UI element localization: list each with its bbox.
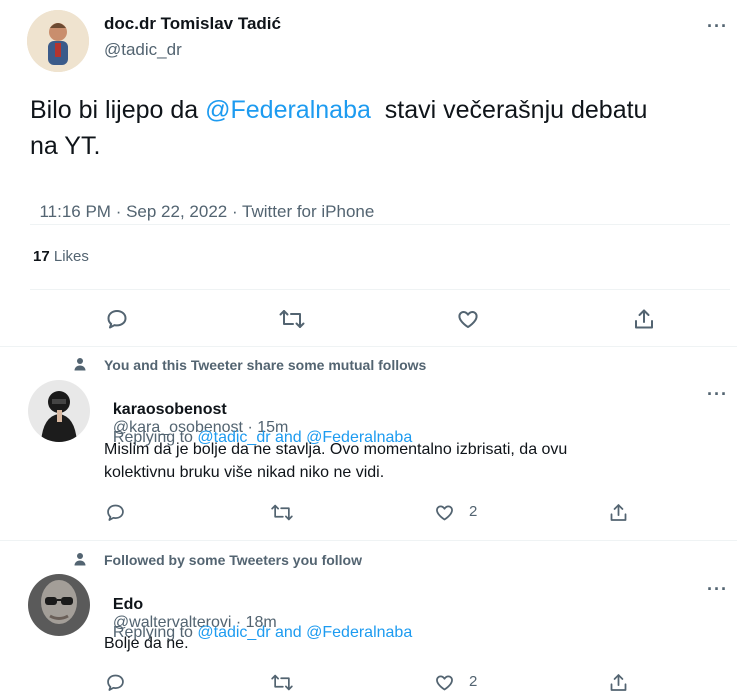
reply-text: Mislim da je bolje da ne stavlja. Ovo mo… <box>104 438 724 484</box>
likes-count: 17 <box>33 248 50 265</box>
reply-avatar[interactable] <box>28 380 90 442</box>
more-icon[interactable]: ··· <box>707 384 728 405</box>
section-divider <box>0 540 737 541</box>
tweet-text-end: stavi večerašnju debatu <box>370 96 648 124</box>
tweet-text: Bilo bi lijepo da @Federalnaba stavi več… <box>30 92 730 164</box>
like-icon[interactable] <box>432 670 456 694</box>
mention-link[interactable]: @Federalnaba <box>205 96 371 124</box>
tweet-meta: 11:16 PM · Sep 22, 2022 · Twitter for iP… <box>30 182 374 222</box>
author-name[interactable]: doc.dr Tomislav Tadić <box>104 14 281 34</box>
reply-text: Bolje da ne. <box>104 632 724 655</box>
social-context: You and this Tweeter share some mutual f… <box>104 357 427 373</box>
more-icon[interactable]: ··· <box>707 16 728 37</box>
divider <box>30 289 730 290</box>
tweet-source[interactable]: Twitter for iPhone <box>242 202 374 221</box>
person-icon <box>72 356 88 372</box>
meta-separator: · <box>227 202 243 221</box>
reply-icon[interactable] <box>103 670 127 694</box>
meta-separator: · <box>110 202 127 221</box>
tweet-date[interactable]: Sep 22, 2022 <box>126 202 227 221</box>
tweet-text-line2: na YT. <box>30 132 101 160</box>
retweet-icon[interactable] <box>269 670 295 694</box>
tweet-time[interactable]: 11:16 PM <box>39 202 111 221</box>
like-icon[interactable] <box>432 500 456 524</box>
reply-avatar[interactable] <box>28 574 90 636</box>
social-context: Followed by some Tweeters you follow <box>104 552 363 568</box>
share-icon[interactable] <box>606 500 630 524</box>
reply-text-line1: Bolje da ne. <box>104 635 189 652</box>
retweet-icon[interactable] <box>269 500 295 524</box>
share-icon[interactable] <box>606 670 630 694</box>
reply-text-line1: Mislim da je bolje da ne stavlja. Ovo mo… <box>104 441 568 458</box>
likes-stat[interactable]: 17 Likes <box>33 248 89 265</box>
reply-icon[interactable] <box>103 500 127 524</box>
retweet-icon[interactable] <box>277 305 307 333</box>
like-icon[interactable] <box>454 305 482 333</box>
likes-label: Likes <box>53 248 89 265</box>
like-count: 2 <box>469 673 478 690</box>
reply-icon[interactable] <box>103 305 131 333</box>
like-count: 2 <box>469 503 478 520</box>
person-icon <box>72 551 88 567</box>
divider <box>30 224 730 225</box>
section-divider <box>0 346 737 347</box>
author-handle[interactable]: @tadic_dr <box>104 40 182 60</box>
author-avatar[interactable] <box>27 10 89 72</box>
more-icon[interactable]: ··· <box>707 579 728 600</box>
tweet-text-start: Bilo bi lijepo da <box>30 96 206 124</box>
share-icon[interactable] <box>630 305 658 333</box>
reply-text-line2: kolektivnu bruku više nikad niko ne vidi… <box>104 464 385 481</box>
